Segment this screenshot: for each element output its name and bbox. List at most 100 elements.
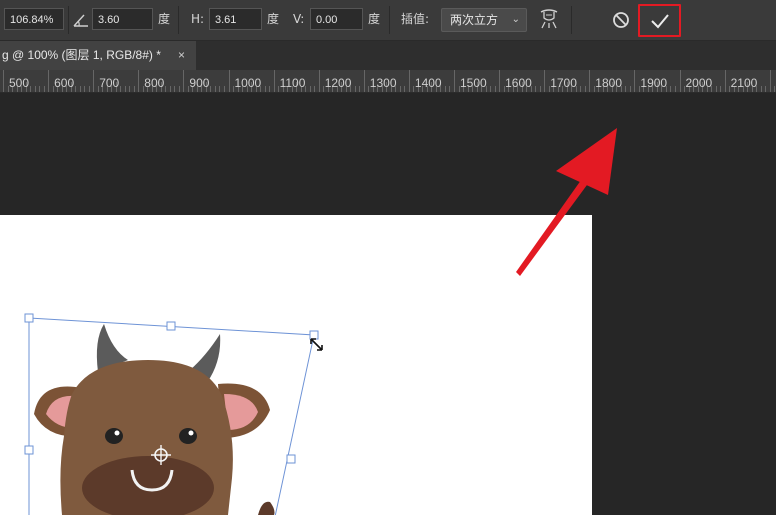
ruler-minor-tick <box>30 86 32 92</box>
ruler-label: 500 <box>9 76 30 90</box>
ruler-minor-tick <box>309 86 311 92</box>
angle-icon <box>73 14 88 27</box>
ruler-minor-tick <box>43 86 45 92</box>
ruler-minor-tick <box>84 86 86 92</box>
ruler-label: 700 <box>99 76 120 90</box>
ruler-minor-tick <box>490 86 492 92</box>
v-skew-unit: 度 <box>368 12 381 26</box>
chevron-down-icon: ⌄ <box>511 14 520 25</box>
v-skew-field[interactable]: 0.00 <box>310 8 363 30</box>
zoom-field[interactable]: 106.84% <box>4 8 64 30</box>
ruler-minor-tick <box>674 86 676 92</box>
ruler-minor-tick <box>219 86 221 92</box>
ruler-label: 1000 <box>234 76 262 90</box>
ruler-minor-tick <box>449 86 451 92</box>
divider <box>68 6 69 34</box>
document-tab[interactable]: g @ 100% (图层 1, RGB/8#) * × <box>0 41 196 70</box>
ruler-minor-tick <box>129 86 131 92</box>
ruler-tick <box>183 70 185 92</box>
ruler-tick <box>454 70 455 92</box>
interpolation-value: 两次立方 <box>450 13 499 27</box>
document-canvas[interactable] <box>0 215 592 515</box>
ruler-minor-tick <box>178 86 180 92</box>
ruler-tick <box>273 70 275 92</box>
ruler-label: 1900 <box>640 76 668 90</box>
rotate-angle-field[interactable]: 3.60 <box>92 8 153 30</box>
commit-button-highlight[interactable] <box>638 4 681 37</box>
ruler-minor-tick <box>214 86 216 92</box>
ruler-label: 1200 <box>324 76 352 90</box>
ruler-tick <box>93 70 95 92</box>
options-bar: 106.84% 3.60 度 H: 3.61 度 V: 0.00 度 插值: 两… <box>0 0 776 41</box>
ruler-minor-tick <box>120 86 122 92</box>
ruler-minor-tick <box>444 86 446 92</box>
ruler-minor-tick <box>765 86 767 92</box>
ruler-label: 1300 <box>369 76 397 90</box>
commit-transform-icon[interactable] <box>649 11 671 31</box>
ruler-minor-tick <box>760 86 762 92</box>
ruler-label: 1100 <box>279 76 306 90</box>
ruler-minor-tick <box>133 86 135 92</box>
ruler-tick <box>634 70 636 92</box>
ruler-label: 2100 <box>730 76 758 90</box>
ruler-tick <box>228 70 230 92</box>
ruler-minor-tick <box>88 86 90 92</box>
document-tab-title: g @ 100% (图层 1, RGB/8#) * <box>2 48 161 62</box>
divider <box>178 6 179 34</box>
ruler-minor-tick <box>580 86 582 92</box>
ruler-minor-tick <box>494 86 496 92</box>
ruler-tick <box>769 70 771 92</box>
ruler-minor-tick <box>715 86 717 92</box>
ruler-minor-tick <box>629 86 631 92</box>
ruler-tick <box>3 70 4 92</box>
ruler-minor-tick <box>34 86 36 92</box>
angle-unit: 度 <box>158 12 171 26</box>
ruler-tick <box>724 70 726 92</box>
ruler-minor-tick <box>359 86 361 92</box>
ruler-label: 1700 <box>550 76 577 90</box>
interpolation-select[interactable]: 两次立方 ⌄ <box>441 8 527 32</box>
ruler-tick <box>544 70 546 92</box>
close-icon[interactable]: × <box>178 41 185 70</box>
ruler-minor-tick <box>539 86 541 92</box>
ruler-minor-tick <box>264 86 266 92</box>
ruler-minor-tick <box>174 86 176 92</box>
ruler-tick <box>408 70 410 92</box>
ruler-minor-tick <box>223 86 225 92</box>
ruler-minor-tick <box>670 86 672 92</box>
divider <box>389 6 390 34</box>
ruler-minor-tick <box>210 86 212 92</box>
ruler-minor-tick <box>404 86 406 92</box>
ruler-minor-tick <box>39 86 41 92</box>
ruler-label: 1500 <box>460 76 487 90</box>
v-skew-label: V: <box>293 12 305 26</box>
h-skew-field[interactable]: 3.61 <box>209 8 262 30</box>
ruler-minor-tick <box>269 86 271 92</box>
ruler-tick <box>679 70 681 92</box>
ruler-minor-tick <box>535 86 537 92</box>
ruler-minor-tick <box>165 86 167 92</box>
ruler-label: 1600 <box>505 76 532 90</box>
warp-mode-icon[interactable] <box>538 7 560 31</box>
ruler-minor-tick <box>584 86 586 92</box>
h-skew-unit: 度 <box>267 12 280 26</box>
cancel-transform-icon[interactable] <box>611 10 631 30</box>
ruler-minor-tick <box>124 86 126 92</box>
ruler-minor-tick <box>720 86 722 92</box>
ruler-minor-tick <box>314 86 316 92</box>
ruler-label: 1400 <box>414 76 442 90</box>
ruler-tick <box>48 70 50 92</box>
ruler-minor-tick <box>354 86 356 92</box>
horizontal-ruler[interactable]: 500 600 700 800 900 1000 1100 1200 1300 1400 1500 1… <box>0 70 776 93</box>
ruler-minor-tick <box>75 86 77 92</box>
ruler-minor-tick <box>774 86 776 92</box>
ruler-label: 900 <box>189 76 210 90</box>
ruler-tick <box>318 70 320 92</box>
ruler-tick <box>589 70 591 92</box>
ruler-label: 800 <box>144 76 165 90</box>
ruler-minor-tick <box>625 86 627 92</box>
divider <box>571 6 572 34</box>
document-tab-bar: g @ 100% (图层 1, RGB/8#) * × <box>0 41 776 70</box>
h-skew-label: H: <box>191 12 205 26</box>
ruler-tick <box>138 70 140 92</box>
